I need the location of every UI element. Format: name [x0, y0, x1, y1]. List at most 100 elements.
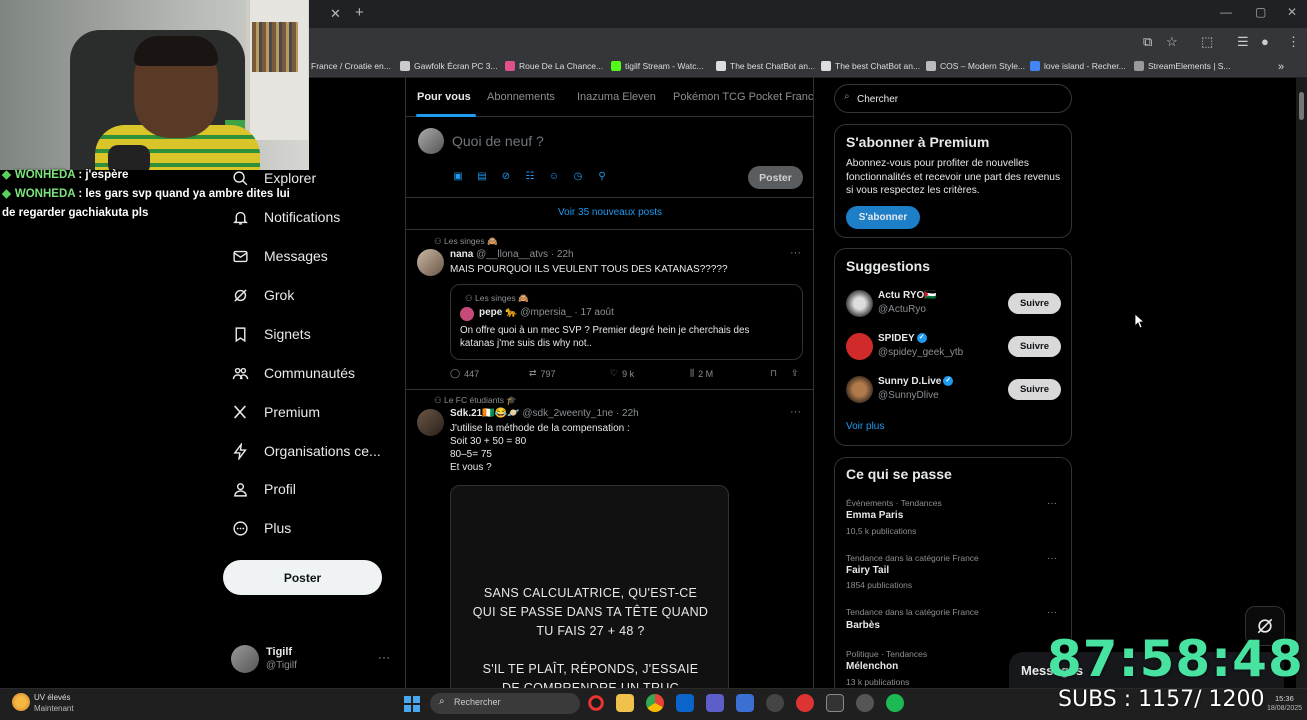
minimize-icon[interactable]: —	[1220, 5, 1232, 19]
sidebar-item-profil[interactable]: Profil	[230, 479, 296, 499]
like-button[interactable]: ♡ 9 k	[610, 368, 634, 379]
grok-app-icon[interactable]	[826, 694, 844, 712]
avatar[interactable]	[417, 409, 444, 436]
file-explorer-icon[interactable]	[616, 694, 634, 712]
follow-button[interactable]: Suivre	[1008, 379, 1061, 400]
share-icon[interactable]: ⇪	[791, 368, 799, 379]
windows-start-icon[interactable]	[404, 696, 420, 712]
follow-button[interactable]: Suivre	[1008, 293, 1061, 314]
more-icon[interactable]: ···	[1047, 553, 1057, 564]
browser-menu-icon[interactable]: ⋮	[1287, 34, 1300, 50]
outlook-icon[interactable]	[676, 694, 694, 712]
weather-text[interactable]: UV élevés	[34, 693, 70, 702]
bookmark-item[interactable]: The best ChatBot an...	[716, 61, 815, 71]
bookmark-item[interactable]: Gawfolk Écran PC 3...	[400, 61, 498, 71]
location-icon[interactable]: ⚲	[596, 171, 608, 183]
avatar[interactable]	[417, 249, 444, 276]
compose-input[interactable]: Quoi de neuf ?	[452, 133, 544, 149]
profile-icon[interactable]: ●	[1261, 34, 1269, 49]
bookmark-icon[interactable]: ⊓	[770, 368, 777, 379]
scrollbar-thumb[interactable]	[1299, 92, 1304, 120]
bookmark-item[interactable]: The best ChatBot an...	[821, 61, 920, 71]
bookmark-item[interactable]: Roue De La Chance...	[505, 61, 603, 71]
subscribe-button[interactable]: S'abonner	[846, 206, 920, 229]
avatar[interactable]	[846, 333, 873, 360]
quoted-post[interactable]: ⚇ Les singes 🙈 pepe 🐆 @mpersia_ · 17 aoû…	[450, 284, 803, 360]
post-community[interactable]: ⚇ Les singes 🙈	[434, 236, 498, 247]
tab-pokemon-tcg[interactable]: Pokémon TCG Pocket France	[673, 91, 813, 103]
avatar[interactable]	[846, 376, 873, 403]
profile-name[interactable]: Tigilf	[266, 646, 292, 658]
avatar[interactable]	[231, 645, 259, 673]
bookmark-item[interactable]: France / Croatie en...	[311, 61, 391, 71]
tab-close-icon[interactable]: ✕	[330, 6, 341, 22]
media-player-icon[interactable]	[856, 694, 874, 712]
see-more-link[interactable]: Voir plus	[846, 421, 884, 432]
sidebar-item-organisations[interactable]: Organisations ce...	[230, 441, 381, 461]
taskbar-search-input[interactable]	[454, 697, 564, 707]
post-author[interactable]: Sdk.21🇨🇮😂🪐 @sdk_2weenty_1ne · 22h	[450, 408, 639, 419]
sidebar-item-premium[interactable]: Premium	[230, 402, 320, 422]
sidebar-item-grok[interactable]: Grok	[230, 285, 294, 305]
more-icon[interactable]: ···	[790, 247, 801, 259]
bookmark-item[interactable]: COS – Modern Style...	[926, 61, 1025, 71]
post-author[interactable]: nana @__llona__atvs · 22h	[450, 249, 574, 260]
show-new-posts[interactable]: Voir 35 nouveaux posts	[406, 207, 813, 218]
views-button[interactable]: ⫼ 2 M	[690, 368, 713, 379]
suggestion-name[interactable]: Sunny D.Live ✓	[878, 376, 954, 387]
extensions-icon[interactable]: ⬚	[1201, 34, 1213, 50]
tab-inazuma-eleven[interactable]: Inazuma Eleven	[577, 91, 656, 103]
post-community[interactable]: ⚇ Le FC étudiants 🎓	[434, 395, 517, 406]
maximize-icon[interactable]: ▢	[1255, 5, 1266, 19]
tab-abonnements[interactable]: Abonnements	[487, 91, 555, 103]
schedule-icon[interactable]: ◷	[572, 171, 584, 183]
search-box[interactable]: ⌕	[834, 84, 1072, 113]
more-icon[interactable]: ···	[378, 650, 390, 664]
post-image[interactable]: SANS CALCULATRICE, QU'EST-CE QUI SE PASS…	[450, 485, 729, 690]
sidebar-item-communautes[interactable]: Communautés	[230, 363, 355, 383]
trend-name[interactable]: Mélenchon	[846, 661, 898, 672]
chrome-icon[interactable]	[646, 694, 664, 712]
sidebar-item-signets[interactable]: Signets	[230, 324, 311, 344]
image-icon[interactable]: ▣	[452, 171, 464, 183]
weather-icon[interactable]	[12, 693, 30, 711]
taskbar-time[interactable]: 15:36	[1275, 694, 1294, 703]
app-icon[interactable]	[766, 694, 784, 712]
trend-name[interactable]: Fairy Tail	[846, 565, 889, 576]
post[interactable]: ⚇ Les singes 🙈 nana @__llona__atvs · 22h…	[406, 230, 813, 390]
reading-list-icon[interactable]: ☰	[1237, 34, 1249, 50]
app-icon[interactable]	[736, 694, 754, 712]
search-input[interactable]	[857, 90, 1057, 108]
composer-post-button[interactable]: Poster	[748, 166, 803, 189]
post-button[interactable]: Poster	[223, 560, 382, 595]
avatar[interactable]	[846, 290, 873, 317]
trend-name[interactable]: Barbès	[846, 620, 880, 631]
follow-button[interactable]: Suivre	[1008, 336, 1061, 357]
trend-name[interactable]: Emma Paris	[846, 510, 903, 521]
window-close-icon[interactable]: ✕	[1287, 5, 1297, 19]
sidebar-item-messages[interactable]: Messages	[230, 246, 328, 266]
cast-icon[interactable]: ⧉	[1143, 34, 1152, 50]
suggestion-name[interactable]: Actu RYO🇵🇸	[878, 290, 937, 301]
poll-icon[interactable]: ☷	[524, 171, 536, 183]
teams-icon[interactable]	[706, 694, 724, 712]
more-icon[interactable]: ···	[1047, 607, 1057, 618]
bookmark-item[interactable]: tigilf Stream - Watc...	[611, 61, 704, 71]
suggestion-name[interactable]: SPIDEY ✓	[878, 333, 927, 344]
grok-icon[interactable]: ⊘	[500, 171, 512, 183]
post[interactable]: ⚇ Le FC étudiants 🎓 Sdk.21🇨🇮😂🪐 @sdk_2wee…	[406, 390, 813, 690]
app-icon[interactable]	[796, 694, 814, 712]
new-tab-icon[interactable]: +	[355, 4, 364, 21]
bookmarks-overflow-icon[interactable]: »	[1278, 61, 1284, 73]
sidebar-item-plus[interactable]: Plus	[230, 518, 291, 538]
star-icon[interactable]: ☆	[1166, 34, 1178, 50]
spotify-icon[interactable]	[886, 694, 904, 712]
more-icon[interactable]: ···	[1047, 498, 1057, 509]
tab-pour-vous[interactable]: Pour vous	[417, 91, 471, 103]
scrollbar[interactable]	[1296, 78, 1307, 688]
more-icon[interactable]: ···	[790, 406, 801, 418]
bookmark-item[interactable]: love island - Recher...	[1030, 61, 1126, 71]
emoji-icon[interactable]: ☺	[548, 171, 560, 183]
bookmark-item[interactable]: StreamElements | S...	[1134, 61, 1231, 71]
taskbar-date[interactable]: 18/08/2025	[1267, 705, 1302, 712]
